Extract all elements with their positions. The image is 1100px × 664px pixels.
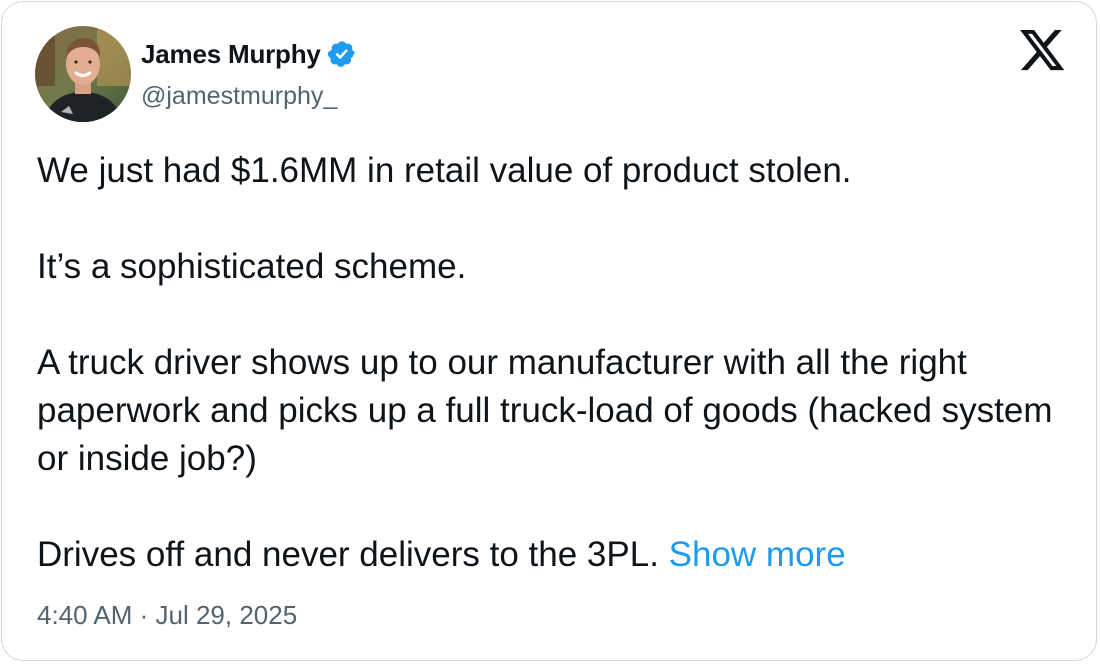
author-name-row: James Murphy bbox=[141, 36, 357, 72]
x-logo-icon[interactable] bbox=[1020, 30, 1066, 72]
avatar[interactable] bbox=[35, 26, 131, 122]
tweet-card[interactable]: James Murphy @jamestmurphy_ We just had … bbox=[1, 1, 1097, 661]
tweet-paragraph: A truck driver shows up to our manufactu… bbox=[37, 343, 1053, 478]
tweet-paragraph-last: Drives off and never delivers to the 3PL… bbox=[37, 531, 1067, 579]
author-handle[interactable]: @jamestmurphy_ bbox=[141, 82, 337, 111]
avatar-image bbox=[35, 26, 131, 122]
tweet-text: We just had $1.6MM in retail value of pr… bbox=[37, 147, 1067, 579]
author-name[interactable]: James Murphy bbox=[141, 39, 321, 70]
tweet-paragraph: We just had $1.6MM in retail value of pr… bbox=[37, 151, 852, 190]
verified-badge-icon bbox=[327, 39, 357, 69]
tweet-timestamp[interactable]: 4:40 AM · Jul 29, 2025 bbox=[37, 600, 297, 631]
tweet-paragraph: It’s a sophisticated scheme. bbox=[37, 247, 467, 286]
show-more-link[interactable]: Show more bbox=[669, 535, 846, 574]
tweet-paragraph-text: Drives off and never delivers to the 3PL… bbox=[37, 535, 659, 574]
